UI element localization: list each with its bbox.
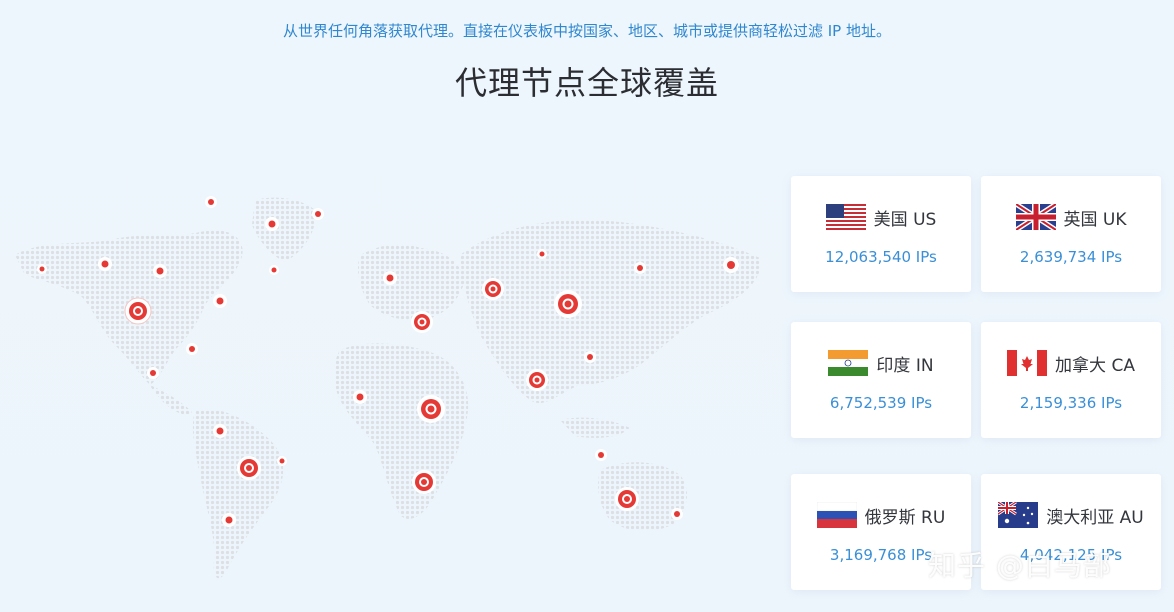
- node-marker: [353, 390, 367, 404]
- node-marker: [186, 343, 198, 355]
- node-marker: [147, 367, 159, 379]
- us-flag-icon: [825, 204, 866, 230]
- node-marker: [383, 271, 397, 285]
- node-marker: [634, 262, 646, 274]
- node-marker: [584, 351, 596, 363]
- in-flag-icon: [828, 350, 869, 376]
- node-marker-large: [412, 470, 436, 494]
- ru-flag-icon: [816, 502, 857, 528]
- country-card-uk[interactable]: 英国 UK 2,639,734 IPs: [981, 176, 1161, 292]
- node-marker: [312, 208, 324, 220]
- node-marker: [213, 294, 227, 308]
- node-marker-large: [124, 297, 152, 325]
- world-map: [15, 196, 761, 579]
- node-marker-large: [411, 311, 433, 333]
- node-marker-large: [482, 278, 504, 300]
- country-card-in[interactable]: 印度 IN 6,752,539 IPs: [791, 322, 971, 438]
- node-marker: [537, 249, 547, 259]
- watermark: 知乎 @白马部: [928, 549, 1112, 582]
- node-marker: [205, 196, 217, 208]
- node-marker: [723, 257, 739, 273]
- ip-count: 6,752,539 IPs: [829, 394, 933, 412]
- node-marker: [595, 449, 607, 461]
- node-marker-large: [526, 369, 548, 391]
- node-marker: [153, 264, 167, 278]
- country-name: 美国 US: [873, 209, 937, 230]
- continents: [15, 197, 761, 579]
- country-name: 加拿大 CA: [1055, 355, 1135, 376]
- country-name: 澳大利亚 AU: [1046, 507, 1144, 528]
- ip-count: 2,159,336 IPs: [1019, 394, 1123, 412]
- country-card-us[interactable]: 美国 US 12,063,540 IPs: [791, 176, 971, 292]
- node-marker: [277, 456, 287, 466]
- country-name: 俄罗斯 RU: [864, 507, 946, 528]
- node-marker-large: [615, 487, 639, 511]
- node-marker: [671, 508, 683, 520]
- node-marker: [265, 217, 279, 231]
- node-marker: [222, 513, 236, 527]
- ca-flag-icon: [1007, 350, 1048, 376]
- node-marker: [37, 264, 47, 274]
- uk-flag-icon: [1015, 204, 1056, 230]
- node-marker-large: [554, 290, 582, 318]
- country-card-ca[interactable]: 加拿大 CA 2,159,336 IPs: [981, 322, 1161, 438]
- node-marker: [213, 424, 227, 438]
- ip-count: 2,639,734 IPs: [1019, 248, 1123, 266]
- node-marker: [269, 265, 279, 275]
- page-subtitle: 从世界任何角落获取代理。直接在仪表板中按国家、地区、城市或提供商轻松过滤 IP …: [282, 22, 891, 40]
- country-name: 英国 UK: [1063, 209, 1127, 230]
- page-title: 代理节点全球覆盖: [454, 64, 719, 102]
- node-marker-large: [417, 395, 445, 423]
- ip-count: 12,063,540 IPs: [825, 248, 937, 266]
- au-flag-icon: [998, 502, 1039, 528]
- node-marker: [98, 257, 112, 271]
- country-name: 印度 IN: [876, 355, 934, 376]
- node-marker-large: [237, 456, 261, 480]
